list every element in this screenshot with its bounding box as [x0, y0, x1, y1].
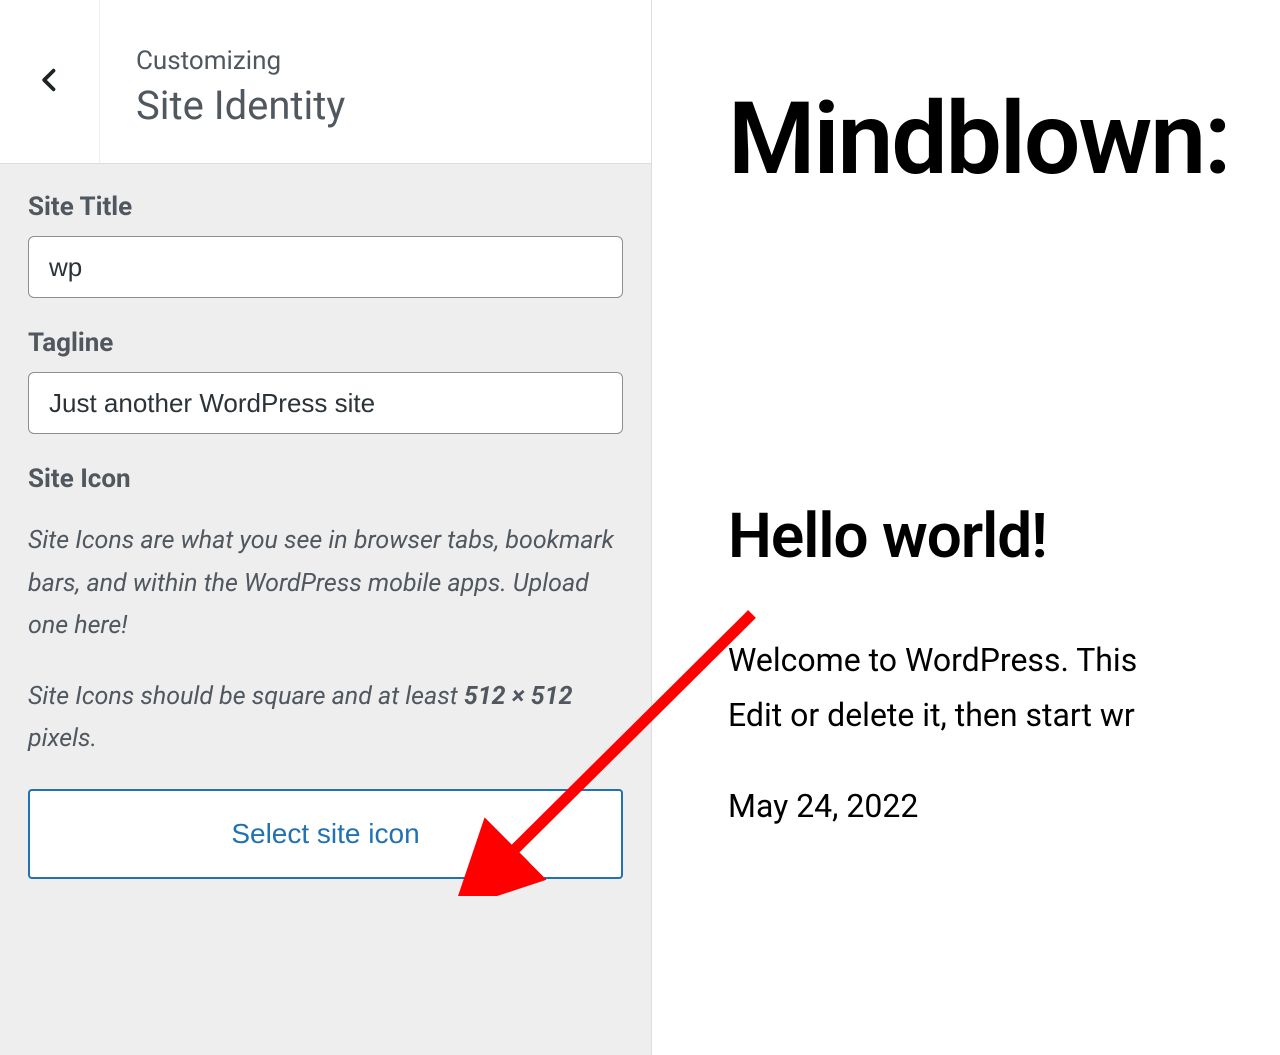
select-site-icon-button[interactable]: Select site icon [28, 789, 623, 879]
tagline-group: Tagline [28, 328, 623, 434]
preview-site-heading: Mindblown: [728, 90, 1280, 190]
back-button[interactable] [0, 0, 100, 163]
site-title-input[interactable] [28, 236, 623, 298]
site-icon-desc-2: Site Icons should be square and at least… [28, 676, 623, 761]
site-icon-desc-2-prefix: Site Icons should be square and at least [28, 682, 464, 711]
tagline-label: Tagline [28, 328, 623, 358]
preview-post-line1: Welcome to WordPress. This [728, 641, 1137, 679]
header-title-block: Customizing Site Identity [100, 0, 345, 163]
breadcrumb: Customizing [136, 46, 345, 76]
chevron-left-icon [36, 66, 64, 98]
site-icon-desc-2-suffix: pixels. [28, 724, 97, 753]
preview-post-title[interactable]: Hello world! [728, 500, 1280, 573]
site-title-group: Site Title [28, 192, 623, 298]
tagline-input[interactable] [28, 372, 623, 434]
site-icon-desc-2-bold: 512 × 512 [464, 682, 573, 711]
panel-body: Site Title Tagline Site Icon Site Icons … [0, 164, 651, 1055]
preview-post-date: May 24, 2022 [728, 787, 1280, 825]
customizer-header: Customizing Site Identity [0, 0, 651, 164]
preview-post-body: Welcome to WordPress. This Edit or delet… [728, 633, 1280, 743]
page-title: Site Identity [136, 82, 345, 129]
site-title-label: Site Title [28, 192, 623, 222]
site-icon-desc-1: Site Icons are what you see in browser t… [28, 520, 623, 648]
customizer-sidebar: Customizing Site Identity Site Title Tag… [0, 0, 652, 1055]
preview-post-line2: Edit or delete it, then start wr [728, 696, 1135, 734]
site-preview: Mindblown: Hello world! Welcome to WordP… [652, 0, 1280, 1055]
site-icon-label: Site Icon [28, 464, 623, 494]
